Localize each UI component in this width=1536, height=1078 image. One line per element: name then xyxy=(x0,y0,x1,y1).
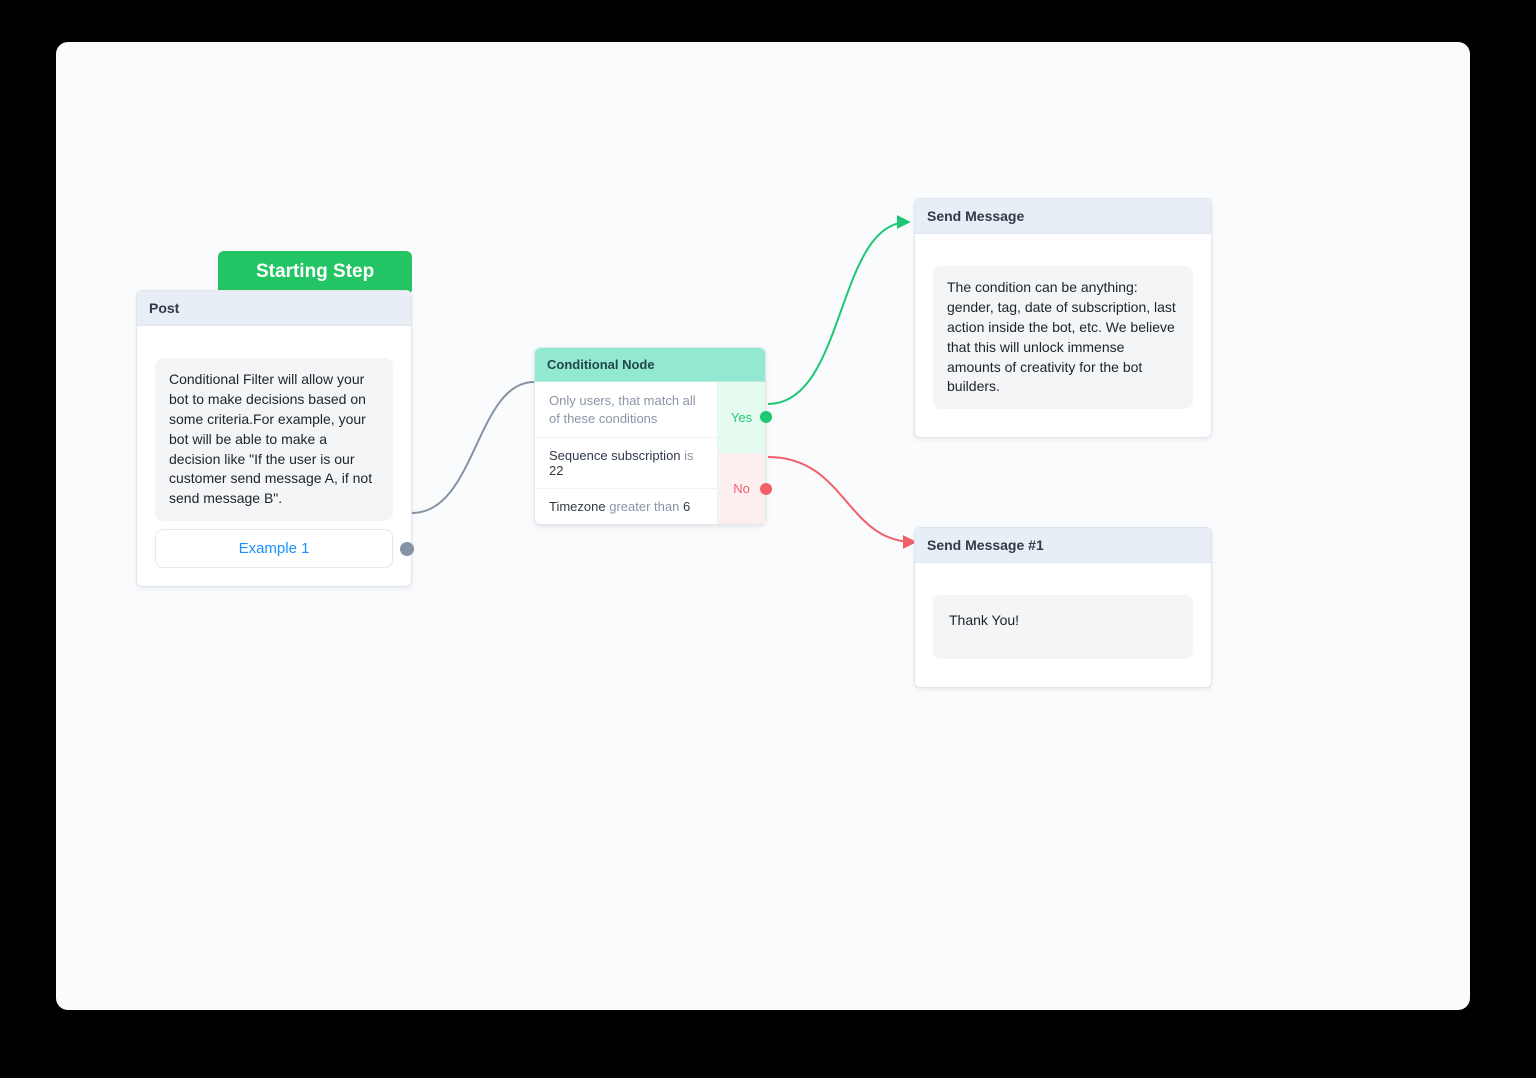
conditional-node-header: Conditional Node xyxy=(535,348,765,382)
no-label: No xyxy=(733,481,750,496)
yes-label: Yes xyxy=(731,410,752,425)
send-message-1-body: Thank You! xyxy=(933,595,1193,659)
post-node-body-text: Conditional Filter will allow your bot t… xyxy=(155,358,393,521)
example-1-button-label: Example 1 xyxy=(239,540,310,557)
send-message-header: Send Message xyxy=(915,199,1211,234)
conditional-rules: Only users, that match all of these cond… xyxy=(535,382,717,524)
starting-step-pill: Starting Step xyxy=(218,251,412,293)
conditional-no-output[interactable]: No xyxy=(718,453,765,525)
send-message-1-header: Send Message #1 xyxy=(915,528,1211,563)
no-port[interactable] xyxy=(760,483,772,495)
rule2-op: greater than xyxy=(609,499,679,514)
wire-no-to-sendmessage1 xyxy=(768,457,914,542)
send-message-node[interactable]: Send Message The condition can be anythi… xyxy=(914,198,1212,438)
wire-post-to-conditional xyxy=(412,382,534,513)
post-node[interactable]: Post Conditional Filter will allow your … xyxy=(136,290,412,587)
example-1-button[interactable]: Example 1 xyxy=(155,529,393,568)
send-message-1-node[interactable]: Send Message #1 Thank You! xyxy=(914,527,1212,688)
rule2-value: 6 xyxy=(683,499,690,514)
rule1-field: Sequence subscription xyxy=(549,448,681,463)
rule2-field: Timezone xyxy=(549,499,606,514)
flow-canvas[interactable]: Starting Step Post Conditional Filter wi… xyxy=(56,42,1470,1010)
wire-yes-to-sendmessage xyxy=(768,222,908,404)
yes-port[interactable] xyxy=(760,411,772,423)
conditional-rule-1[interactable]: Sequence subscription is 22 xyxy=(535,438,717,489)
rule1-op: is xyxy=(684,448,693,463)
send-message-body: The condition can be anything: gender, t… xyxy=(933,266,1193,409)
rule1-value: 22 xyxy=(549,463,563,478)
post-output-port[interactable] xyxy=(400,542,414,556)
post-node-header: Post xyxy=(137,291,411,326)
conditional-yes-output[interactable]: Yes xyxy=(718,382,765,453)
conditional-node[interactable]: Conditional Node Only users, that match … xyxy=(534,347,766,525)
conditional-rule-2[interactable]: Timezone greater than 6 xyxy=(535,489,717,524)
conditional-intro: Only users, that match all of these cond… xyxy=(535,382,717,438)
